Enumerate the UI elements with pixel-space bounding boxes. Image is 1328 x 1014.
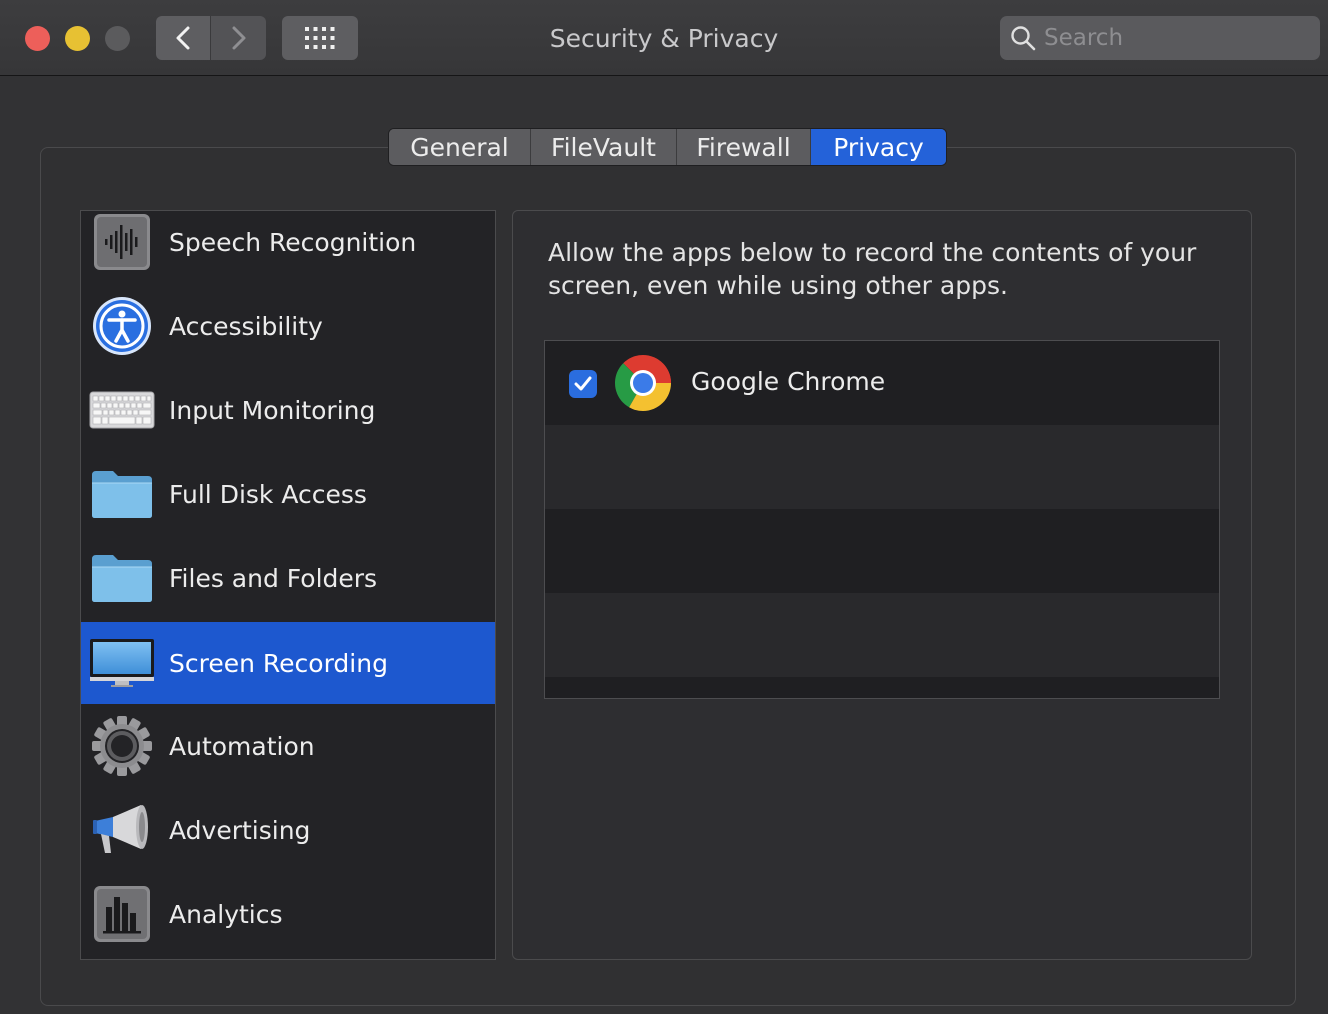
sidebar-item-label: Advertising bbox=[169, 815, 311, 845]
screen-recording-description: Allow the apps below to record the conte… bbox=[548, 238, 1197, 300]
list-item[interactable]: Google Chrome bbox=[545, 341, 1219, 425]
history-navigation bbox=[156, 16, 266, 60]
show-all-button[interactable] bbox=[282, 16, 358, 60]
tab-bar: General FileVault Firewall Privacy bbox=[388, 128, 947, 166]
app-permission-list[interactable]: Google Chrome bbox=[544, 340, 1220, 699]
minimize-window-button[interactable] bbox=[65, 26, 90, 51]
sidebar-item-screen-recording[interactable]: Screen Recording bbox=[81, 622, 495, 704]
tab-privacy[interactable]: Privacy bbox=[811, 129, 946, 165]
sidebar-item-analytics[interactable]: Analytics bbox=[81, 873, 495, 955]
list-item bbox=[545, 593, 1219, 677]
zoom-window-button[interactable] bbox=[105, 26, 130, 51]
privacy-category-list[interactable]: Speech Recognition Accessibility Input M… bbox=[80, 210, 496, 960]
sidebar-item-speech-recognition[interactable]: Speech Recognition bbox=[81, 211, 495, 283]
checkmark-icon bbox=[574, 376, 592, 391]
keyboard-icon bbox=[89, 377, 155, 443]
sidebar-item-full-disk-access[interactable]: Full Disk Access bbox=[81, 453, 495, 535]
tab-general[interactable]: General bbox=[389, 129, 531, 165]
search-icon bbox=[1011, 26, 1036, 51]
chevron-right-icon bbox=[232, 26, 245, 50]
sidebar-item-label: Screen Recording bbox=[169, 648, 388, 678]
megaphone-icon bbox=[89, 797, 155, 863]
sidebar-item-label: Analytics bbox=[169, 899, 283, 929]
list-item bbox=[545, 677, 1219, 698]
sidebar-item-label: Automation bbox=[169, 731, 315, 761]
chevron-left-icon bbox=[176, 26, 190, 50]
search-field[interactable] bbox=[1000, 16, 1320, 60]
sidebar-item-label: Accessibility bbox=[169, 311, 323, 341]
sidebar-item-label: Speech Recognition bbox=[169, 227, 417, 257]
search-input[interactable] bbox=[1044, 25, 1304, 51]
app-name: Google Chrome bbox=[691, 367, 886, 396]
waveform-icon bbox=[89, 211, 155, 275]
accessibility-icon bbox=[89, 293, 155, 359]
list-item bbox=[545, 509, 1219, 593]
sidebar-item-label: Full Disk Access bbox=[169, 479, 367, 509]
back-button[interactable] bbox=[156, 16, 211, 60]
tab-firewall[interactable]: Firewall bbox=[677, 129, 811, 165]
sidebar-item-automation[interactable]: Automation bbox=[81, 705, 495, 787]
sidebar-item-advertising[interactable]: Advertising bbox=[81, 789, 495, 871]
folder-icon bbox=[89, 545, 155, 611]
list-item bbox=[545, 425, 1219, 509]
sidebar-item-label: Files and Folders bbox=[169, 563, 378, 593]
bar-chart-icon bbox=[89, 881, 155, 947]
display-icon bbox=[89, 630, 155, 696]
chrome-icon bbox=[615, 355, 671, 411]
sidebar-item-accessibility[interactable]: Accessibility bbox=[81, 285, 495, 367]
sidebar-item-files-and-folders[interactable]: Files and Folders bbox=[81, 537, 495, 619]
close-window-button[interactable] bbox=[25, 26, 50, 51]
grid-icon bbox=[305, 27, 335, 49]
gear-icon bbox=[89, 713, 155, 779]
title-bar: Security & Privacy bbox=[0, 0, 1328, 76]
sidebar-item-input-monitoring[interactable]: Input Monitoring bbox=[81, 369, 495, 451]
tab-filevault[interactable]: FileVault bbox=[531, 129, 677, 165]
forward-button[interactable] bbox=[211, 16, 266, 60]
sidebar-item-label: Input Monitoring bbox=[169, 395, 376, 425]
app-permission-checkbox[interactable] bbox=[569, 370, 597, 398]
folder-icon bbox=[89, 461, 155, 527]
